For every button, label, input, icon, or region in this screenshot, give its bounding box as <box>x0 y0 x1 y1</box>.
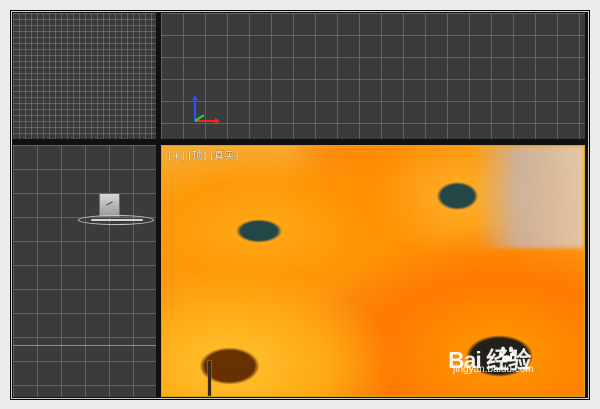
view-cube-icon[interactable] <box>78 193 154 233</box>
view-cube-ring[interactable] <box>78 215 154 225</box>
axis-gizmo-icon <box>192 95 220 124</box>
baidu-paw-icon <box>499 346 515 362</box>
viewport-divider <box>13 345 156 346</box>
perspective-viewport-label[interactable]: [+] [顶] [真实] <box>168 152 239 162</box>
baidu-watermark: Bai 经验 jingyan.baidu.com <box>446 342 571 376</box>
watermark-brand: Bai 经验 <box>448 347 531 373</box>
front-viewport[interactable] <box>161 13 585 139</box>
application-window: [+] [顶] [真实] Bai 经验 jingyan.baidu.com <box>0 0 600 409</box>
watermark-site: jingyan.baidu.com <box>453 364 534 375</box>
view-cube-face[interactable] <box>99 193 120 217</box>
left-viewport[interactable] <box>13 145 156 397</box>
perspective-viewport[interactable]: [+] [顶] [真实] Bai 经验 jingyan.baidu.com <box>161 145 585 397</box>
viewport-layout: [+] [顶] [真实] Bai 经验 jingyan.baidu.com <box>10 10 590 400</box>
top-viewport[interactable] <box>13 13 156 139</box>
